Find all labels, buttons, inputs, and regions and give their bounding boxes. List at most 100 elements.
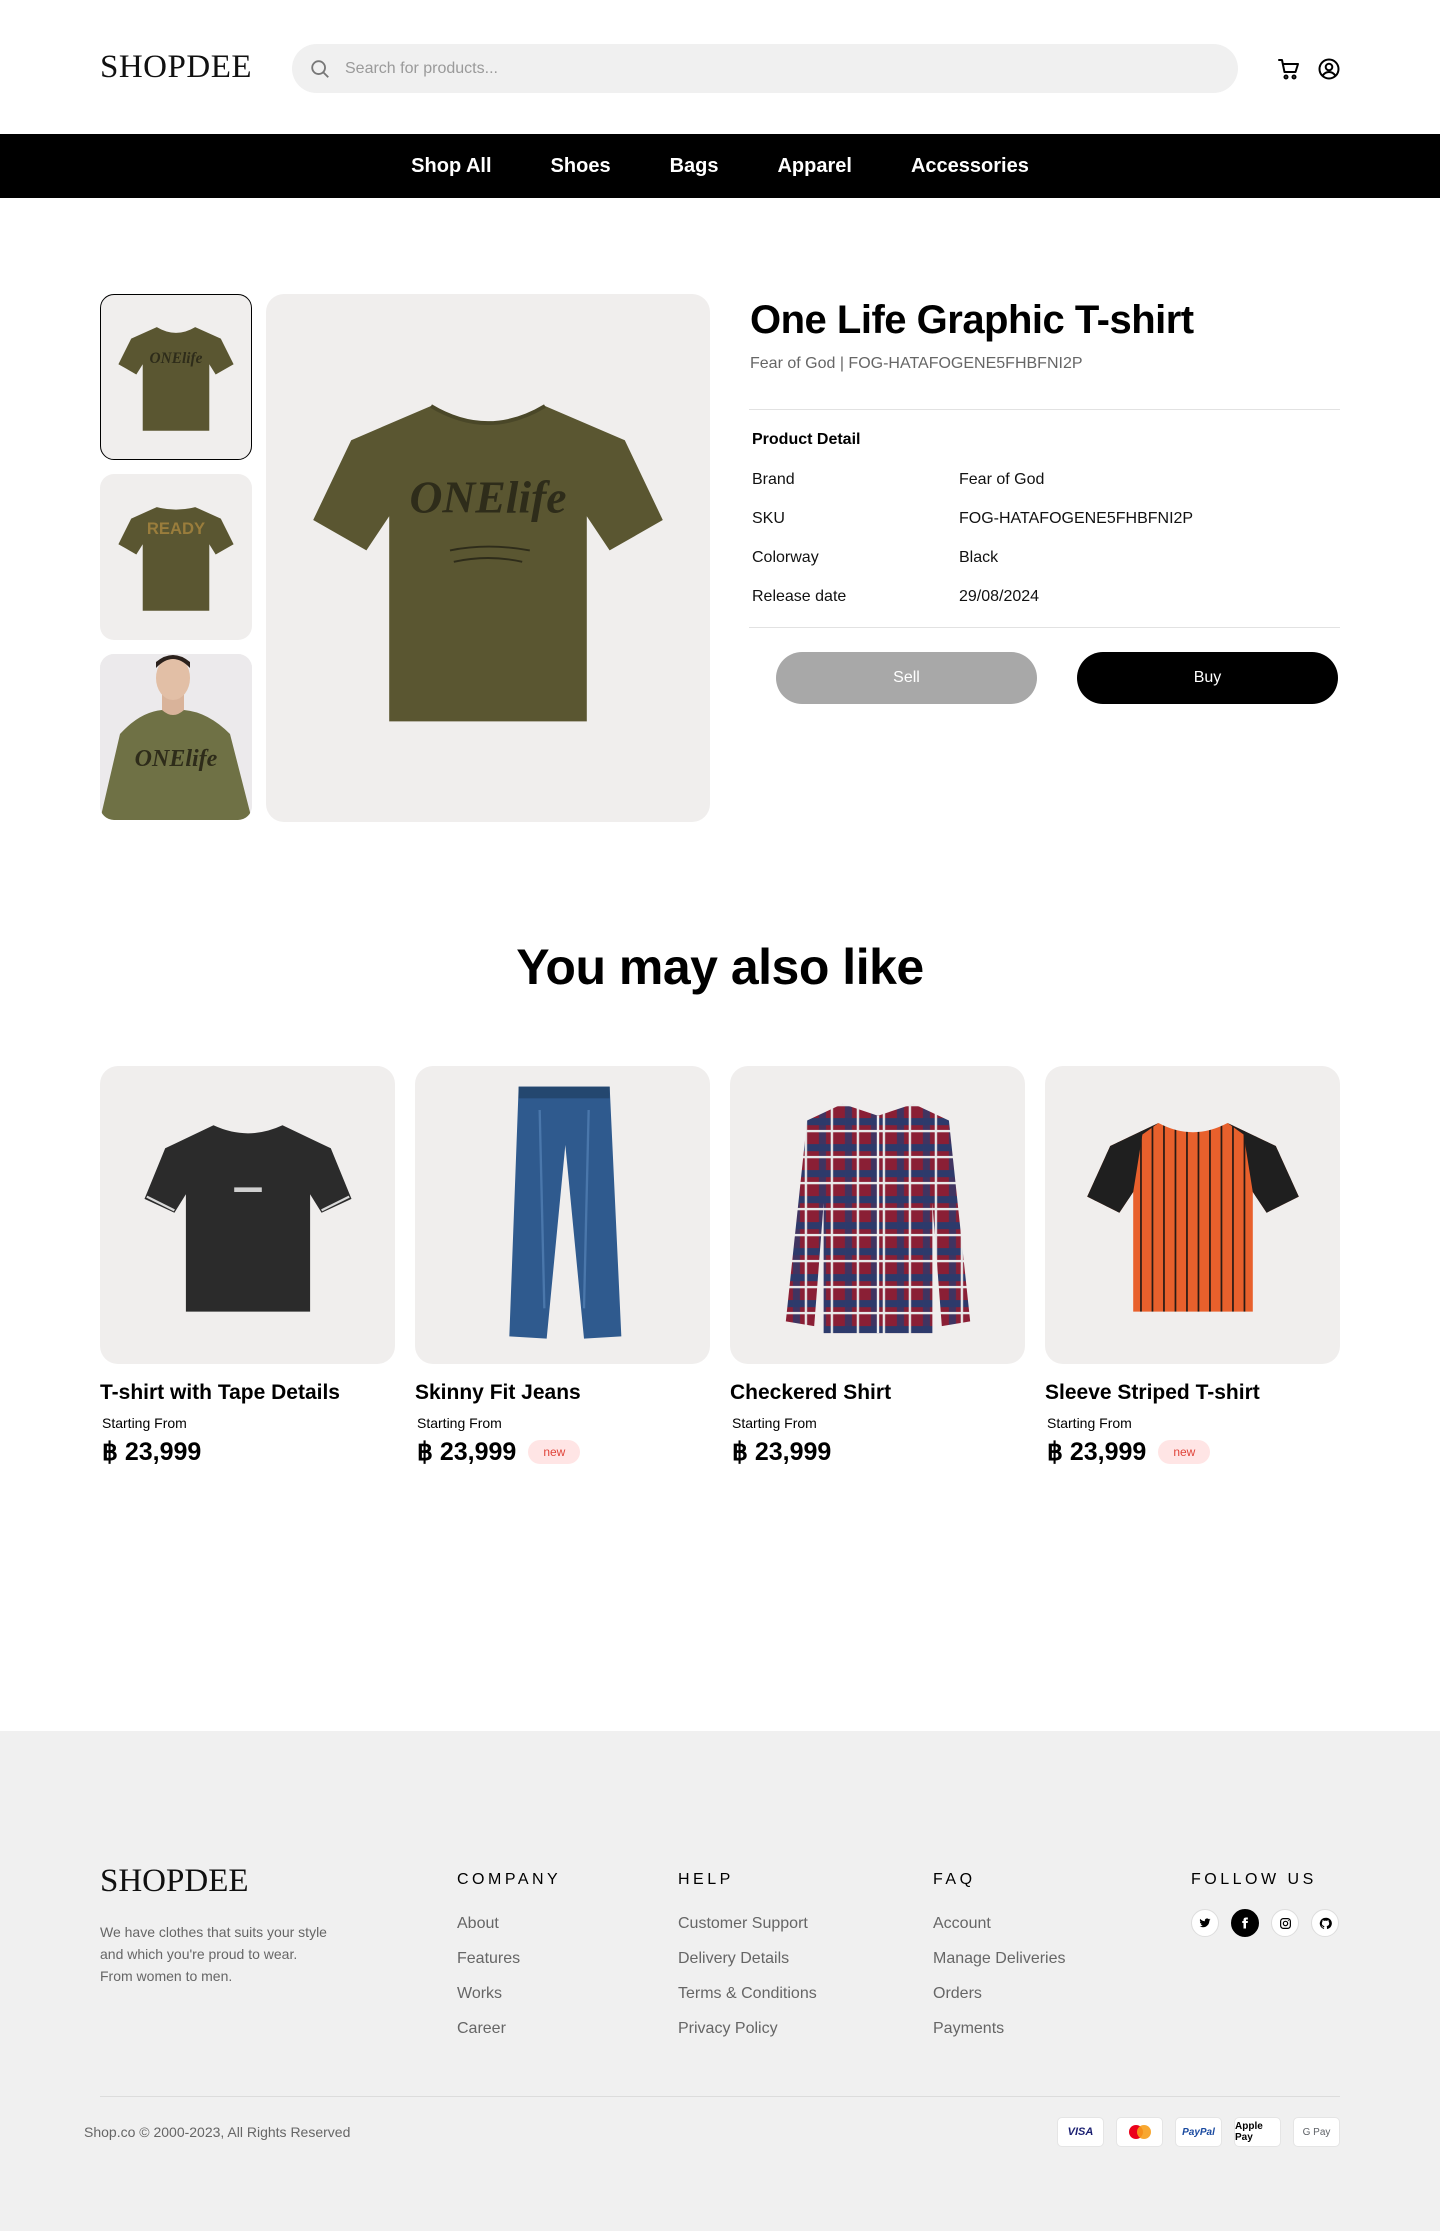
footer-link-orders[interactable]: Orders [933,1985,1066,2003]
site-footer: SHOPDEE We have clothes that suits your … [0,1731,1440,2231]
search-bar[interactable] [292,44,1238,93]
product-info: One Life Graphic T-shirt Fear of God | F… [749,294,1340,704]
product-card-price: ฿ 23,999 [1047,1438,1147,1466]
product-card[interactable]: Skinny Fit Jeans Starting From ฿ 23,999 … [415,1066,710,1467]
product-card-price-row: ฿ 23,999 new [415,1437,710,1467]
search-input[interactable] [345,59,1205,78]
product-detail-heading: Product Detail [752,431,861,448]
google-pay-icon: G Pay [1293,2117,1340,2147]
nav-accessories[interactable]: Accessories [911,155,1029,178]
tshirt-back-image: READY [118,507,234,611]
social-links [1191,1909,1339,1937]
footer-divider [100,2096,1340,2097]
github-icon[interactable] [1311,1909,1339,1937]
footer-column-title: FOLLOW US [1191,1871,1317,1888]
product-card-price-row: ฿ 23,999 [730,1437,1025,1467]
product-card-image[interactable] [415,1066,710,1364]
product-card-from: Starting From [732,1415,817,1431]
main-nav: Shop All Shoes Bags Apparel Accessories [0,134,1440,198]
new-badge: new [528,1440,581,1464]
visa-icon: VISA [1057,2117,1104,2147]
detail-row-colorway: Colorway Black [750,549,1340,588]
footer-column-title: COMPANY [457,1871,562,1888]
footer-link-delivery-details[interactable]: Delivery Details [678,1950,817,1968]
new-badge: new [1158,1440,1211,1464]
footer-link-manage-deliveries[interactable]: Manage Deliveries [933,1950,1066,1968]
footer-link-career[interactable]: Career [457,2020,561,2038]
buy-button[interactable]: Buy [1077,652,1338,704]
product-card[interactable]: T-shirt with Tape Details Starting From … [100,1066,395,1467]
product-card-image[interactable] [730,1066,1025,1364]
detail-label: Brand [752,471,795,488]
product-card[interactable]: Checkered Shirt Starting From ฿ 23,999 [730,1066,1025,1467]
footer-column-title: FAQ [933,1871,976,1888]
footer-link-account[interactable]: Account [933,1915,1066,1933]
copyright: Shop.co © 2000-2023, All Rights Reserved [84,2124,351,2140]
detail-value: 29/08/2024 [959,588,1040,605]
product-card-name[interactable]: Skinny Fit Jeans [415,1381,710,1405]
nav-shoes[interactable]: Shoes [551,155,611,178]
instagram-icon[interactable] [1271,1909,1299,1937]
footer-link-privacy[interactable]: Privacy Policy [678,2020,817,2038]
product-section: ONElife READY ONElife ONElife One Life G… [0,198,1440,898]
footer-link-customer-support[interactable]: Customer Support [678,1915,817,1933]
footer-link-payments[interactable]: Payments [933,2020,1066,2038]
product-card-name[interactable]: Checkered Shirt [730,1381,1025,1405]
action-buttons: Sell Buy [750,652,1340,704]
product-card-price: ฿ 23,999 [732,1438,832,1466]
detail-row-brand: Brand Fear of God [750,471,1340,510]
twitter-icon[interactable] [1191,1909,1219,1937]
related-section: You may also like T-shirt with Tape Deta… [0,938,1440,1467]
product-card-image[interactable] [100,1066,395,1364]
footer-link-works[interactable]: Works [457,1985,561,2003]
thumbnail-front[interactable]: ONElife [100,294,252,460]
product-card-price-row: ฿ 23,999 [100,1437,395,1467]
footer-logo[interactable]: SHOPDEE [100,1863,249,1900]
thumbnail-model[interactable]: ONElife [100,654,252,820]
site-logo[interactable]: SHOPDEE [100,49,252,86]
product-subtitle: Fear of God | FOG-HATAFOGENE5FHBFNI2P [750,355,1083,372]
footer-description-line: From women to men. [100,1968,233,1984]
detail-row-release-date: Release date 29/08/2024 [750,588,1340,627]
footer-follow-us: FOLLOW US [1191,1871,1339,1937]
product-title: One Life Graphic T-shirt [750,298,1194,342]
footer-column-faq: FAQ Account Manage Deliveries Orders Pay… [933,1871,1066,2055]
sell-button[interactable]: Sell [776,652,1037,704]
footer-column-title: HELP [678,1871,734,1888]
cart-icon[interactable] [1276,56,1302,82]
payment-badges: VISA PayPal Apple Pay G Pay [1057,2117,1340,2147]
model-photo-image: ONElife [100,654,252,820]
black-tshirt-image [144,1125,351,1312]
footer-link-features[interactable]: Features [457,1950,561,1968]
product-card-price-row: ฿ 23,999 new [1045,1437,1340,1467]
mastercard-icon [1116,2117,1163,2147]
product-card-name[interactable]: Sleeve Striped T-shirt [1045,1381,1340,1405]
checkered-shirt-image [785,1103,970,1334]
detail-label: Release date [752,588,847,605]
nav-shop-all[interactable]: Shop All [411,155,491,178]
nav-apparel[interactable]: Apparel [777,155,851,178]
site-header: SHOPDEE [0,0,1440,134]
product-card-from: Starting From [417,1415,502,1431]
detail-value: Black [959,549,999,566]
nav-bags[interactable]: Bags [670,155,719,178]
footer-link-terms[interactable]: Terms & Conditions [678,1985,817,2003]
striped-tshirt-image [1086,1123,1299,1312]
product-card-name[interactable]: T-shirt with Tape Details [100,1381,395,1405]
tshirt-main-image: ONElife [313,404,663,722]
svg-text:ONElife: ONElife [409,471,566,522]
footer-column-company: COMPANY About Features Works Career [457,1871,561,2055]
facebook-icon[interactable] [1231,1909,1259,1937]
detail-label: SKU [752,510,785,527]
main-product-image: ONElife [266,294,710,822]
detail-value: FOG-HATAFOGENE5FHBFNI2P [959,510,1194,527]
account-icon[interactable] [1316,56,1342,82]
product-card[interactable]: Sleeve Striped T-shirt Starting From ฿ 2… [1045,1066,1340,1467]
product-card-price: ฿ 23,999 [417,1438,517,1466]
related-title: You may also like [516,939,924,995]
footer-link-about[interactable]: About [457,1915,561,1933]
footer-description-line: We have clothes that suits your style [100,1924,327,1940]
svg-text:ONElife: ONElife [150,350,203,367]
product-card-image[interactable] [1045,1066,1340,1364]
thumbnail-back[interactable]: READY [100,474,252,640]
